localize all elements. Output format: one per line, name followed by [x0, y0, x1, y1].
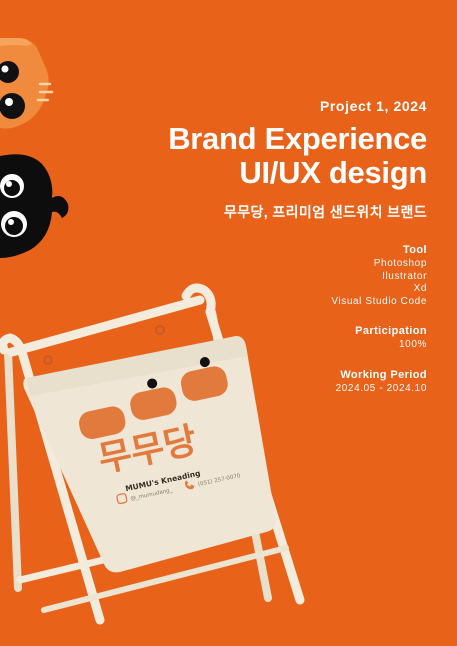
project-number: Project 1, 2024: [319, 98, 427, 114]
tool-label: Tool: [403, 244, 427, 256]
title-line-1: Brand Experience: [168, 121, 427, 156]
working-period-value: 2024.05 - 2024.10: [335, 382, 427, 394]
portfolio-page: 무무당 MUMU's Kneading @_mumudang_ (051) 25…: [0, 0, 457, 646]
tool-section: Tool Photoshop Ilustrator Xd Visual Stud…: [127, 244, 427, 308]
brand-subtitle: 무무당, 프리미엄 샌드위치 브랜드: [223, 204, 427, 220]
page-title: Brand Experience UI/UX design: [127, 122, 427, 190]
tool-item: Xd: [413, 283, 427, 294]
orange-cat-mascot: [0, 38, 54, 129]
participation-value: 100%: [399, 339, 427, 350]
participation-section: Participation 100%: [127, 325, 427, 352]
tool-item: Ilustrator: [382, 270, 427, 282]
tool-item: Photoshop: [373, 258, 427, 269]
working-period-section: Working Period 2024.05 - 2024.10: [127, 369, 427, 396]
project-info: Project 1, 2024 Brand Experience UI/UX d…: [127, 98, 427, 395]
participation-label: Participation: [355, 325, 427, 337]
tool-item: Visual Studio Code: [331, 295, 427, 307]
black-cat-mascot: [0, 154, 69, 258]
working-period-label: Working Period: [340, 368, 427, 381]
title-line-2: UI/UX design: [239, 155, 427, 190]
